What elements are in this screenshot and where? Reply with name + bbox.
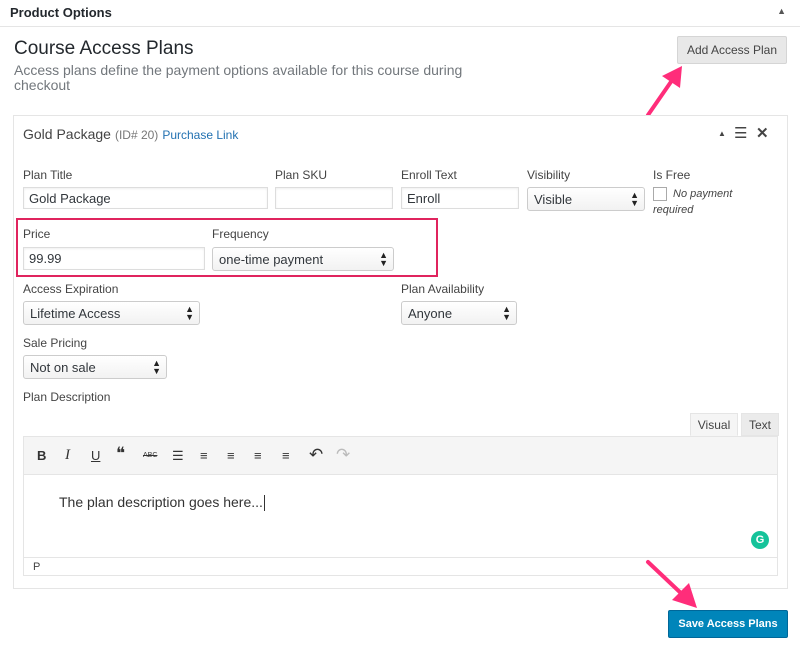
select-arrows-icon: ▲ ▼ xyxy=(630,190,639,208)
price-input[interactable]: 99.99 xyxy=(23,247,205,270)
access-expiration-value: Lifetime Access xyxy=(30,306,121,321)
close-icon[interactable]: ✕ xyxy=(756,124,769,142)
plan-id: (ID# 20) xyxy=(114,128,159,142)
add-access-plan-button[interactable]: Add Access Plan xyxy=(677,36,787,64)
plan-availability-value: Anyone xyxy=(408,306,453,321)
frequency-select[interactable]: one-time payment ▲ ▼ xyxy=(212,247,394,271)
access-expiration-label: Access Expiration xyxy=(23,282,119,296)
save-access-plans-button[interactable]: Save Access Plans xyxy=(668,610,788,638)
enroll-text-input[interactable]: Enroll xyxy=(401,187,519,209)
italic-icon[interactable]: I xyxy=(65,447,70,464)
underline-icon[interactable]: U xyxy=(91,448,100,463)
sale-pricing-label: Sale Pricing xyxy=(23,336,88,350)
select-arrows-icon: ▲ ▼ xyxy=(379,250,388,268)
select-arrows-icon: ▲ ▼ xyxy=(185,304,194,322)
plan-title-input[interactable]: Gold Package xyxy=(23,187,268,209)
sale-pricing-select[interactable]: Not on sale ▲ ▼ xyxy=(23,355,167,379)
plan-name: Gold Package (ID# 20) Purchase Link xyxy=(23,126,239,142)
grammarly-icon[interactable]: G xyxy=(751,531,769,549)
select-arrows-icon: ▲ ▼ xyxy=(502,304,511,322)
align-center-icon[interactable]: ≡ xyxy=(254,448,262,463)
tab-visual[interactable]: Visual xyxy=(690,413,738,436)
plan-title-label: Plan Title xyxy=(23,168,73,182)
plan-header[interactable]: Gold Package (ID# 20) Purchase Link ▲ ☰ ✕ xyxy=(14,116,787,152)
visibility-select[interactable]: Visible ▲ ▼ xyxy=(527,187,645,211)
annotation-arrow-icon xyxy=(646,560,697,608)
is-free-hint: No payment required xyxy=(653,188,733,216)
metabox-title: Product Options xyxy=(10,5,112,20)
tab-text[interactable]: Text xyxy=(741,413,779,436)
purchase-link[interactable]: Purchase Link xyxy=(162,128,238,142)
plan-sku-input[interactable] xyxy=(275,187,393,209)
page-description: Access plans define the payment options … xyxy=(14,62,463,93)
editor-content[interactable]: The plan description goes here... xyxy=(59,494,265,512)
blockquote-icon[interactable]: ❝ xyxy=(116,444,125,464)
frequency-value: one-time payment xyxy=(219,252,324,267)
bullet-list-icon[interactable]: ☰ xyxy=(172,448,184,464)
metabox-header: Product Options ▲ xyxy=(0,0,800,27)
page-title: Course Access Plans xyxy=(14,38,194,59)
undo-icon[interactable]: ↶ xyxy=(309,445,323,465)
is-free-label: Is Free xyxy=(653,168,691,182)
strikethrough-icon[interactable]: ABC xyxy=(143,452,157,459)
editor-toolbar: B I U ❝ ABC ☰ ≡ ≡ ≡ ≡ ↶ ↷ xyxy=(24,437,777,475)
sale-pricing-value: Not on sale xyxy=(30,360,96,375)
align-left-icon[interactable]: ≡ xyxy=(227,448,235,463)
numbered-list-icon[interactable]: ≡ xyxy=(200,448,208,463)
visibility-label: Visibility xyxy=(527,168,571,182)
annotation-arrow-icon xyxy=(646,66,682,117)
text-caret xyxy=(263,495,265,512)
visibility-value: Visible xyxy=(534,192,573,207)
plan-availability-select[interactable]: Anyone ▲ ▼ xyxy=(401,301,517,325)
enroll-text-label: Enroll Text xyxy=(401,168,457,182)
plan-description-label: Plan Description xyxy=(23,390,111,404)
plan-availability-label: Plan Availability xyxy=(401,282,485,296)
bold-icon[interactable]: B xyxy=(37,448,46,463)
frequency-label: Frequency xyxy=(212,227,269,241)
access-expiration-select[interactable]: Lifetime Access ▲ ▼ xyxy=(23,301,200,325)
triangle-up-icon[interactable]: ▲ xyxy=(777,6,786,16)
plan-sku-label: Plan SKU xyxy=(275,168,328,182)
align-right-icon[interactable]: ≡ xyxy=(282,448,290,463)
select-arrows-icon: ▲ ▼ xyxy=(152,358,161,376)
collapse-icon[interactable]: ▲ xyxy=(718,129,726,138)
price-label: Price xyxy=(23,227,51,241)
redo-icon[interactable]: ↷ xyxy=(336,445,350,465)
description-editor: B I U ❝ ABC ☰ ≡ ≡ ≡ ≡ ↶ ↷ The plan descr… xyxy=(23,436,778,576)
drag-handle-icon[interactable]: ☰ xyxy=(734,124,747,142)
